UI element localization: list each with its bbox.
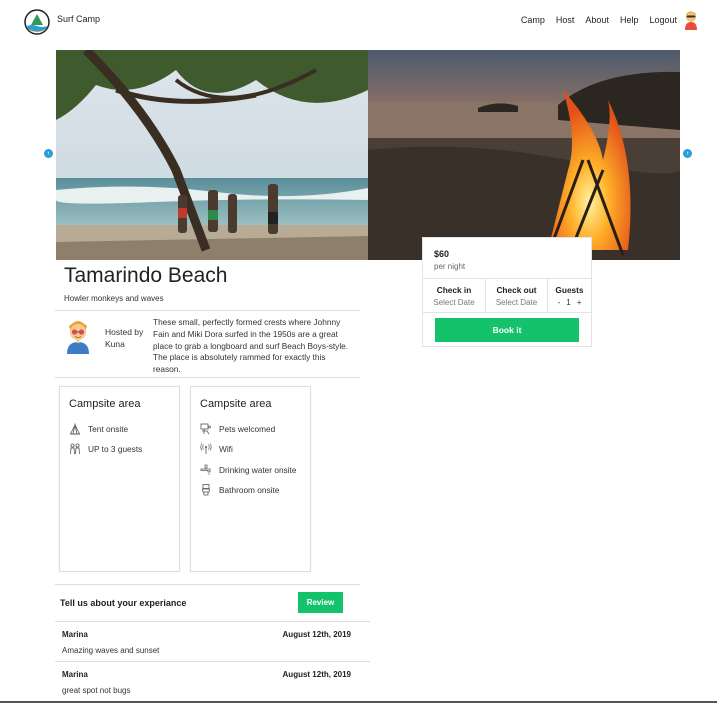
toilet-icon [202, 484, 210, 496]
review-text: great spot not bugs [62, 686, 131, 695]
nav-logout[interactable]: Logout [649, 15, 677, 25]
review-prompt: Tell us about your experiance [60, 598, 187, 608]
photo-carousel [56, 50, 680, 260]
nav-menu: Camp Host About Help Logout [521, 15, 677, 25]
check-out-field[interactable]: Check out Select Date [486, 279, 548, 312]
amenity-label: Wifi [219, 444, 233, 454]
card-title: Campsite area [200, 398, 272, 410]
amenity-item: UP to 3 guests [69, 443, 142, 455]
nav-host[interactable]: Host [556, 15, 575, 25]
host-description: These small, perfectly formed crests whe… [153, 317, 349, 375]
review-date: August 12th, 2019 [282, 630, 351, 639]
amenity-item: Wifi [200, 443, 233, 455]
host-name[interactable]: Kuna [105, 338, 143, 350]
divider [55, 661, 370, 662]
amenity-label: UP to 3 guests [88, 444, 143, 454]
divider [55, 621, 370, 622]
review-date: August 12th, 2019 [282, 670, 351, 679]
host-info: Hosted by Kuna [105, 326, 143, 350]
divider [55, 584, 360, 585]
guests-field: Guests - 1 + [548, 279, 591, 312]
reviewer-name: Marina [62, 670, 88, 679]
check-out-label: Check out [496, 285, 537, 295]
listing-subtitle: Howler monkeys and waves [64, 294, 164, 303]
guests-label: Guests [555, 285, 584, 295]
guests-increment-button[interactable]: + [577, 298, 582, 307]
reviewer-name: Marina [62, 630, 88, 639]
carousel-prev-button[interactable]: ‹ [44, 149, 53, 158]
price: $60 [434, 249, 450, 259]
chevron-left-icon: ‹ [47, 150, 50, 157]
amenity-label: Tent onsite [88, 424, 129, 434]
amenity-item: Pets welcomed [200, 423, 275, 435]
divider [55, 377, 360, 378]
review-button[interactable]: Review [298, 592, 343, 613]
check-in-value[interactable]: Select Date [423, 298, 485, 307]
host-avatar[interactable] [64, 318, 92, 354]
card-title: Campsite area [69, 398, 141, 410]
tent-icon [69, 423, 81, 435]
guests-decrement-button[interactable]: - [558, 298, 561, 307]
guests-count: 1 [566, 298, 571, 307]
amenity-item: Bathroom onsite [200, 484, 279, 496]
guests-stepper: - 1 + [548, 298, 591, 307]
booking-inputs: Check in Select Date Check out Select Da… [423, 278, 591, 313]
surf-camp-logo[interactable] [24, 9, 50, 35]
check-in-label: Check in [436, 285, 472, 295]
amenities-card: Campsite area Tent onsite UP to 3 guests [59, 386, 180, 572]
amenity-label: Pets welcomed [219, 424, 276, 434]
nav-help[interactable]: Help [620, 15, 639, 25]
check-in-field[interactable]: Check in Select Date [423, 279, 486, 312]
amenities-card: Campsite area Pets welcomed Wifi Drinkin… [190, 386, 311, 572]
check-out-value[interactable]: Select Date [486, 298, 547, 307]
beach-surfers-photo [56, 50, 368, 260]
carousel-next-button[interactable]: › [683, 149, 692, 158]
top-navbar: Surf Camp Camp Host About Help Logout [0, 0, 717, 44]
divider [55, 310, 360, 311]
user-avatar[interactable] [682, 10, 700, 30]
amenity-item: Tent onsite [69, 423, 128, 435]
nav-camp[interactable]: Camp [521, 15, 545, 25]
wifi-icon [200, 443, 212, 454]
price-unit: per night [434, 262, 466, 271]
beach-bonfire-photo [368, 50, 680, 260]
hosted-by-label: Hosted by [105, 327, 144, 337]
water-tap-icon [200, 464, 211, 475]
amenity-label: Drinking water onsite [219, 465, 297, 475]
listing-title: Tamarindo Beach [64, 264, 228, 287]
guests-icon [70, 443, 80, 455]
review-text: Amazing waves and sunset [62, 646, 160, 655]
amenity-item: Drinking water onsite [200, 464, 296, 476]
book-button[interactable]: Book it [435, 318, 579, 342]
chevron-right-icon: › [686, 150, 689, 157]
brand-name[interactable]: Surf Camp [57, 14, 100, 24]
booking-widget: $60 per night Check in Select Date Check… [422, 237, 592, 347]
amenity-label: Bathroom onsite [219, 485, 280, 495]
nav-about[interactable]: About [585, 15, 609, 25]
pet-icon [200, 423, 211, 435]
